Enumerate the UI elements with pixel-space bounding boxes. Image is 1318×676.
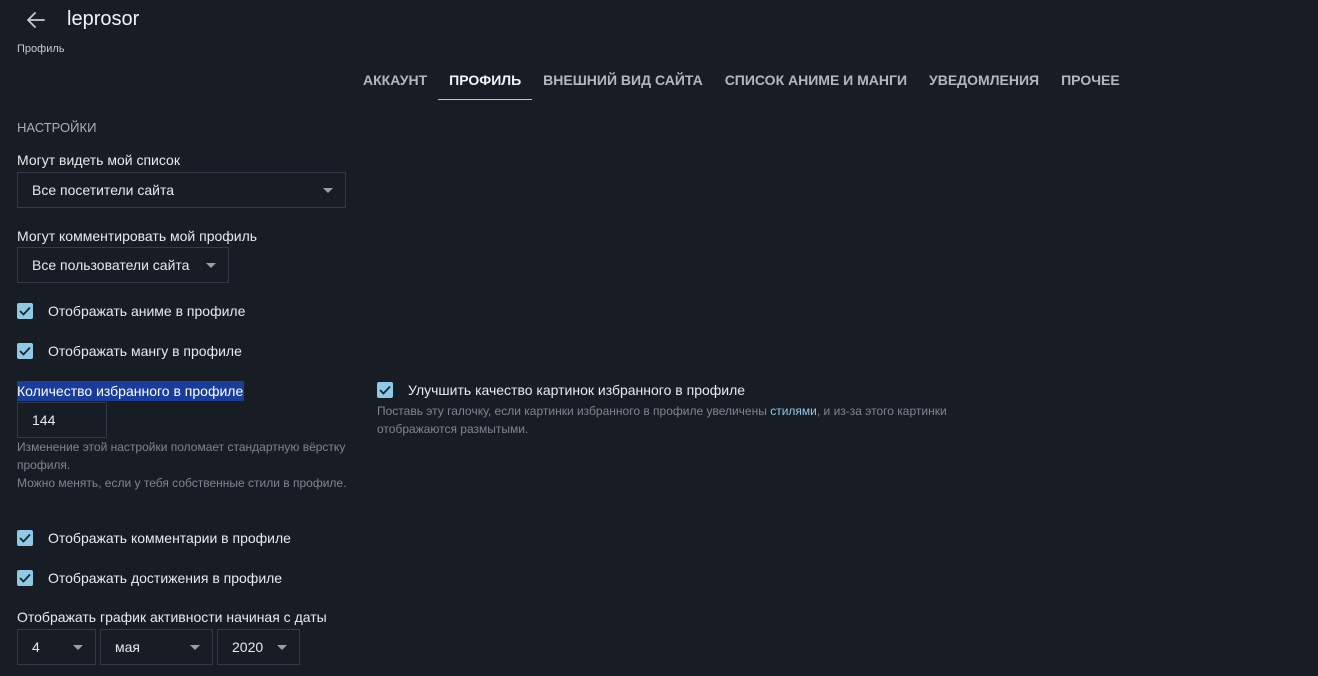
section-title: НАСТРОЙКИ (17, 120, 97, 135)
show-comments-label: Отображать комментарии в профиле (48, 530, 291, 546)
checkmark-icon (17, 343, 33, 359)
profile-comments-select[interactable]: Все пользователи сайта (17, 247, 229, 283)
hint-text: , и из-за этого картинки (816, 404, 947, 418)
profile-username: leprosor (67, 8, 140, 30)
activity-start-label: Отображать график активности начиная с д… (17, 609, 327, 625)
hint-line: Можно менять, если у тебя собственные ст… (17, 476, 347, 490)
show-anime-label: Отображать аниме в профиле (48, 303, 246, 319)
show-manga-label: Отображать мангу в профиле (48, 343, 242, 359)
breadcrumb[interactable]: Профиль (17, 43, 65, 55)
tab-account[interactable]: АККАУНТ (352, 59, 438, 100)
arrow-left-icon (27, 12, 45, 28)
improve-quality-hint: Поставь эту галочку, если картинки избра… (377, 402, 997, 438)
favorites-count-label: Количество избранного в профиле (17, 381, 245, 401)
hint-line: профиля. (17, 458, 71, 472)
back-button[interactable] (24, 8, 48, 32)
settings-tabs: АККАУНТ ПРОФИЛЬ ВНЕШНИЙ ВИД САЙТА СПИСОК… (352, 59, 1131, 100)
caret-down-icon (277, 645, 287, 650)
favorites-count-input[interactable] (17, 402, 107, 438)
checkmark-icon (17, 303, 33, 319)
hint-text: Поставь эту галочку, если картинки избра… (377, 404, 771, 418)
show-anime-checkbox[interactable]: Отображать аниме в профиле (17, 303, 245, 319)
list-visibility-value: Все посетители сайта (32, 182, 175, 198)
activity-day-select[interactable]: 4 (17, 629, 96, 665)
caret-down-icon (73, 645, 83, 650)
activity-month-select[interactable]: мая (100, 629, 213, 665)
profile-comments-value: Все пользователи сайта (32, 257, 190, 273)
checkmark-icon (17, 530, 33, 546)
hint-line: отображаются размытыми. (377, 422, 529, 436)
show-achievements-checkbox[interactable]: Отображать достижения в профиле (17, 570, 282, 586)
show-achievements-label: Отображать достижения в профиле (48, 570, 283, 586)
improve-quality-label: Улучшить качество картинок избранного в … (408, 382, 746, 398)
activity-day-value: 4 (32, 639, 40, 655)
tab-other[interactable]: ПРОЧЕЕ (1050, 59, 1131, 100)
hint-line: Изменение этой настройки поломает станда… (17, 440, 346, 454)
tab-notifications[interactable]: УВЕДОМЛЕНИЯ (918, 59, 1050, 100)
caret-down-icon (323, 188, 333, 193)
list-visibility-label: Могут видеть мой список (17, 152, 180, 168)
tab-profile[interactable]: ПРОФИЛЬ (438, 59, 533, 100)
favorites-count-hint: Изменение этой настройки поломает станда… (17, 438, 377, 492)
show-manga-checkbox[interactable]: Отображать мангу в профиле (17, 343, 242, 359)
list-visibility-select[interactable]: Все посетители сайта (17, 172, 346, 208)
profile-comments-label: Могут комментировать мой профиль (17, 228, 258, 244)
activity-year-select[interactable]: 2020 (217, 629, 300, 665)
tab-appearance[interactable]: ВНЕШНИЙ ВИД САЙТА (532, 59, 714, 100)
checkmark-icon (377, 382, 393, 398)
activity-month-value: мая (115, 639, 140, 655)
styles-link[interactable]: стилями (770, 404, 817, 418)
checkmark-icon (17, 570, 33, 586)
caret-down-icon (206, 263, 216, 268)
caret-down-icon (190, 645, 200, 650)
activity-year-value: 2020 (232, 639, 264, 655)
tab-anime-manga-list[interactable]: СПИСОК АНИМЕ И МАНГИ (714, 59, 918, 100)
improve-quality-checkbox[interactable]: Улучшить качество картинок избранного в … (377, 382, 745, 398)
show-comments-checkbox[interactable]: Отображать комментарии в профиле (17, 530, 291, 546)
